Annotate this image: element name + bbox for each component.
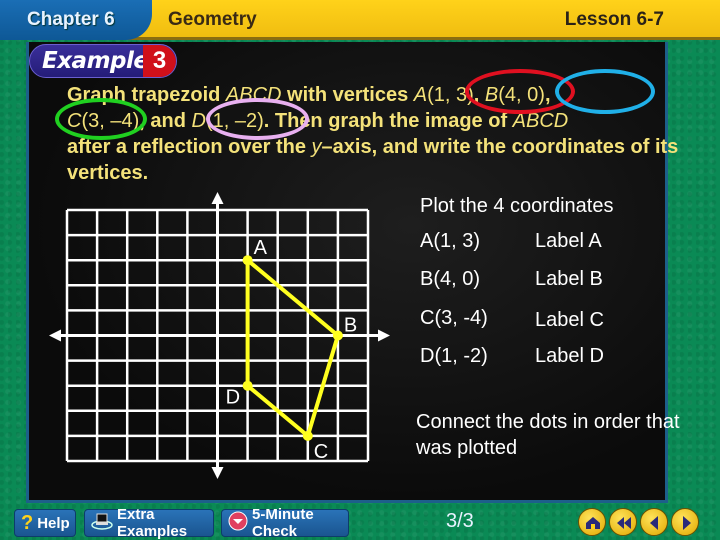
example-number: 3 (143, 45, 176, 77)
coord-b: B(4, 0) (420, 268, 481, 290)
vertex-d-coords: (1, –2) (205, 110, 264, 132)
question-mark-icon: ? (21, 511, 34, 534)
vertex-c-name: C (67, 110, 82, 132)
coord-c: C(3, -4) (420, 307, 488, 329)
problem-text: ABCD (512, 110, 569, 132)
extra-examples-label: Extra Examples (117, 506, 188, 540)
next-slide-button[interactable] (671, 508, 699, 536)
computer-icon (91, 512, 113, 534)
vertex-a-coords: (1, 3) (427, 84, 474, 106)
problem-statement: Graph trapezoid ABCD with vertices A(1, … (67, 82, 687, 186)
help-button[interactable]: ? Help (14, 509, 76, 537)
problem-text: Graph trapezoid (67, 84, 226, 106)
label-c-step: Label C (535, 309, 604, 331)
subject-title: Geometry (168, 9, 257, 30)
vertex-b-name: B (484, 84, 499, 106)
next-arrow-icon (683, 516, 691, 530)
home-icon (586, 517, 600, 529)
problem-text: , and (139, 110, 192, 132)
page-number: 3/3 (446, 510, 474, 532)
problem-text: after a reflection over the (67, 136, 312, 158)
rewind-icon (617, 517, 631, 529)
vertex-a-name: A (413, 84, 428, 106)
lesson-label: Lesson 6-7 (564, 9, 664, 30)
example-label: Example (42, 48, 149, 74)
stopwatch-icon (228, 511, 248, 535)
problem-text: , (544, 84, 551, 106)
example-badge: Example 3 (29, 44, 177, 78)
label-b-step: Label B (535, 268, 603, 290)
five-minute-check-label: 5-Minute Check (252, 506, 314, 540)
problem-text: with vertices (281, 84, 414, 106)
coord-d: D(1, -2) (420, 345, 488, 367)
vertex-b-coords: (4, 0) (498, 84, 545, 106)
extra-examples-button[interactable]: Extra Examples (84, 506, 214, 540)
first-slide-button[interactable] (609, 508, 637, 536)
coord-a: A(1, 3) (420, 230, 481, 252)
problem-text: , (473, 84, 485, 106)
help-label: Help (37, 514, 70, 532)
header-bar: Chapter 6 Geometry Lesson 6-7 (0, 0, 720, 40)
problem-text: y (311, 136, 322, 158)
connect-instructions: Connect the dots in order that was plott… (416, 411, 680, 459)
vertex-d-name: D (191, 110, 206, 132)
chapter-tab: Chapter 6 (0, 0, 152, 40)
five-minute-check-button[interactable]: 5-Minute Check (221, 506, 349, 540)
problem-text: ABCD (225, 84, 282, 106)
previous-arrow-icon (650, 516, 658, 530)
problem-text: . Then graph the image of (263, 110, 513, 132)
label-a-step: Label A (535, 230, 602, 252)
vertex-c-coords: (3, –4) (81, 110, 140, 132)
previous-slide-button[interactable] (640, 508, 668, 536)
label-d-step: Label D (535, 345, 604, 367)
home-button[interactable] (578, 508, 606, 536)
instructions-title: Plot the 4 coordinates (420, 195, 614, 217)
